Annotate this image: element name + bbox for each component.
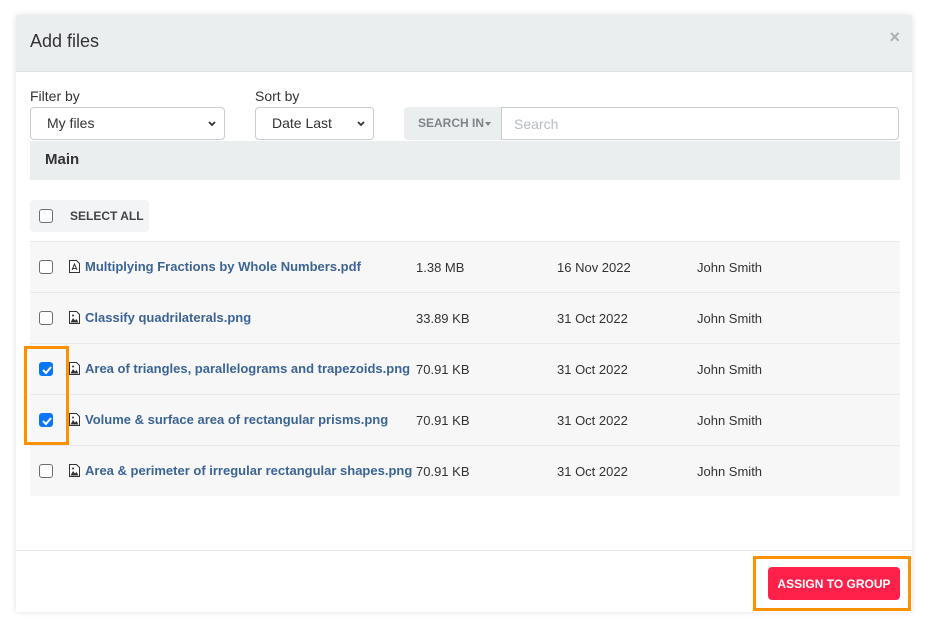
sort-by-value: Date Last	[272, 115, 332, 131]
file-size: 70.91 KB	[416, 362, 470, 377]
search-in-dropdown[interactable]: SEARCH IN	[404, 107, 501, 140]
image-file-icon	[69, 362, 80, 375]
image-file-icon	[69, 311, 80, 324]
filter-by-select[interactable]: My files	[30, 107, 225, 140]
assign-to-group-button[interactable]: ASSIGN TO GROUP	[768, 567, 900, 600]
file-size: 70.91 KB	[416, 464, 470, 479]
select-all-checkbox[interactable]	[39, 209, 53, 223]
file-owner: John Smith	[697, 362, 763, 377]
file-name-link[interactable]: Area of triangles, parallelograms and tr…	[85, 361, 410, 376]
search-in-label: SEARCH IN	[418, 116, 485, 130]
sort-by-select[interactable]: Date Last	[255, 107, 374, 140]
file-list: Multiplying Fractions by Whole Numbers.p…	[30, 241, 900, 496]
file-checkbox[interactable]	[39, 260, 53, 274]
modal-header: Add files ×	[16, 15, 912, 72]
file-name-link[interactable]: Multiplying Fractions by Whole Numbers.p…	[85, 259, 361, 274]
file-owner: John Smith	[697, 311, 763, 326]
file-owner: John Smith	[697, 413, 763, 428]
pdf-file-icon	[69, 260, 80, 273]
file-size: 1.38 MB	[416, 260, 465, 275]
file-size: 70.91 KB	[416, 413, 470, 428]
file-row[interactable]: Classify quadrilaterals.png 33.89 KB 31 Oc…	[30, 292, 900, 343]
file-owner: John Smith	[697, 260, 763, 275]
select-all-button[interactable]: SELECT ALL	[30, 200, 149, 232]
file-checkbox[interactable]	[39, 311, 53, 325]
file-row[interactable]: Area & perimeter of irregular rectangula…	[30, 445, 900, 496]
chevron-down-icon	[208, 121, 216, 127]
file-name-link[interactable]: Volume & surface area of rectangular pri…	[85, 412, 388, 427]
file-name-link[interactable]: Area & perimeter of irregular rectangula…	[85, 463, 412, 478]
file-date: 31 Oct 2022	[557, 311, 628, 326]
file-date: 31 Oct 2022	[557, 362, 628, 377]
select-all-label: SELECT ALL	[70, 209, 144, 223]
chevron-down-icon	[357, 121, 365, 127]
file-row[interactable]: Area of triangles, parallelograms and tr…	[30, 343, 900, 394]
caret-down-icon	[485, 121, 492, 126]
folder-name: Main	[45, 151, 80, 168]
sort-by-label: Sort by	[255, 88, 300, 104]
file-row[interactable]: Volume & surface area of rectangular pri…	[30, 394, 900, 445]
file-checkbox[interactable]	[39, 464, 53, 478]
file-date: 31 Oct 2022	[557, 413, 628, 428]
modal-title: Add files	[30, 31, 100, 51]
image-file-icon	[69, 464, 80, 477]
close-icon[interactable]: ×	[889, 28, 900, 46]
file-checkbox[interactable]	[39, 413, 53, 427]
file-size: 33.89 KB	[416, 311, 470, 326]
folder-header: Main	[30, 141, 900, 180]
filter-by-label: Filter by	[30, 88, 80, 104]
modal-footer: ASSIGN TO GROUP	[16, 550, 912, 612]
search-input[interactable]	[501, 107, 899, 140]
image-file-icon	[69, 413, 80, 426]
file-date: 31 Oct 2022	[557, 464, 628, 479]
file-row[interactable]: Multiplying Fractions by Whole Numbers.p…	[30, 241, 900, 292]
file-date: 16 Nov 2022	[557, 260, 631, 275]
filter-by-value: My files	[47, 115, 95, 131]
file-owner: John Smith	[697, 464, 763, 479]
search-group: SEARCH IN	[404, 107, 899, 141]
file-name-link[interactable]: Classify quadrilaterals.png	[85, 310, 251, 325]
add-files-modal: Add files × Filter by My files Sort by D…	[16, 15, 912, 612]
file-checkbox[interactable]	[39, 362, 53, 376]
